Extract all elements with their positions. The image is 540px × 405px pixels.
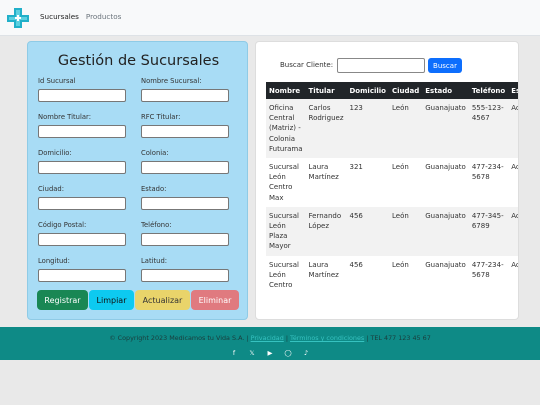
actualizar-button[interactable]: Actualizar — [135, 290, 190, 310]
table-header-row: Nombre Titular Domicilio Ciudad Estado T… — [266, 82, 518, 99]
telefono-input[interactable] — [141, 233, 229, 246]
cell-estatus: Activo — [511, 260, 518, 269]
form-title: Gestión de Sucursales — [57, 53, 220, 69]
social-links: f 𝕏 ▶ ◯ ♪ — [0, 349, 540, 357]
rfc-titular-input[interactable] — [141, 125, 229, 138]
col-header-telefono: Teléfono — [468, 82, 509, 99]
registrar-button[interactable]: Registrar — [37, 290, 88, 310]
id-sucursal-input[interactable] — [38, 89, 126, 102]
id-sucursal-label: Id Sucursal — [38, 77, 76, 85]
codigo-postal-label: Código Postal: — [38, 221, 87, 229]
cell-ciudad: León — [391, 211, 409, 220]
instagram-icon[interactable]: ◯ — [284, 349, 293, 357]
cell-telefono: 555-123-4567 — [471, 104, 504, 123]
privacy-link[interactable]: Privacidad — [251, 334, 284, 342]
cell-telefono: 477-345-6789 — [471, 211, 504, 231]
nombre-sucursal-label: Nombre Sucursal: — [141, 77, 202, 85]
branch-form-card: Gestión de Sucursales Id Sucursal Nombre… — [27, 41, 248, 320]
table-row[interactable]: Oficina Central (Matriz) - Colonia Futur… — [266, 99, 518, 159]
cell-telefono: 477-234-5678 — [471, 163, 504, 182]
cell-titular: Fernando López — [308, 211, 342, 231]
cell-domicilio: 123 — [349, 104, 363, 112]
col-header-estatus: Estátus — [508, 82, 518, 99]
terms-link[interactable]: Términos y condiciones — [290, 334, 364, 342]
cell-ciudad: León — [391, 260, 409, 269]
estado-input[interactable] — [141, 197, 229, 210]
col-header-titular: Titular — [305, 82, 347, 99]
cell-ciudad: León — [391, 163, 409, 172]
youtube-icon[interactable]: ▶ — [266, 349, 275, 357]
nombre-sucursal-input[interactable] — [141, 89, 229, 102]
branch-table: Nombre Titular Domicilio Ciudad Estado T… — [266, 82, 518, 295]
pharmacy-cross-logo-icon[interactable] — [6, 7, 30, 29]
colonia-label: Colonia: — [141, 149, 169, 157]
branch-table-card: Buscar Cliente: Buscar Nombre Titular Do… — [255, 41, 519, 320]
longitud-input[interactable] — [38, 269, 126, 282]
domicilio-input[interactable] — [38, 161, 126, 174]
cell-domicilio: 456 — [349, 211, 363, 220]
search-label: Buscar Cliente: — [280, 61, 334, 69]
latitud-input[interactable] — [141, 269, 229, 282]
navbar: Sucursales Productos — [0, 0, 540, 36]
codigo-postal-input[interactable] — [38, 233, 126, 246]
eliminar-button[interactable]: Eliminar — [191, 290, 239, 310]
cell-titular: Carlos Rodriguez — [308, 104, 344, 123]
search-button[interactable]: Buscar — [428, 58, 462, 73]
search-input[interactable] — [337, 58, 425, 73]
rfc-titular-label: RFC Titular: — [141, 113, 181, 121]
table-row[interactable]: Sucursal León Plaza Mayor Fernando López… — [266, 206, 518, 256]
ciudad-label: Ciudad: — [38, 185, 65, 193]
cell-estatus: Activo — [511, 163, 518, 172]
cell-titular: Laura Martínez — [308, 163, 339, 182]
cell-domicilio: 456 — [349, 260, 363, 269]
cell-domicilio: 321 — [349, 163, 363, 172]
cell-estatus: Activo — [511, 104, 518, 112]
table-row[interactable]: Sucursal León Centro Laura Martínez 456 … — [266, 255, 518, 295]
cell-estatus: Activo — [511, 211, 518, 220]
cell-telefono: 477-234-5678 — [471, 260, 504, 279]
facebook-icon[interactable]: f — [230, 349, 239, 357]
cell-estado: Guanajuato — [425, 163, 466, 172]
tiktok-icon[interactable]: ♪ — [302, 349, 311, 357]
col-header-estado: Estado — [422, 82, 469, 99]
colonia-input[interactable] — [141, 161, 229, 174]
col-header-ciudad: Ciudad — [388, 82, 423, 99]
cell-estado: Guanajuato — [425, 260, 466, 269]
nav-links: Sucursales Productos — [40, 12, 121, 21]
cell-nombre: Oficina Central (Matriz) - Colonia Futur… — [269, 104, 303, 153]
longitud-label: Longitud: — [38, 257, 70, 265]
cell-nombre: Sucursal León Centro — [269, 260, 299, 290]
footer: © Copyright 2023 Medicamos tu Vida S.A. … — [0, 327, 540, 360]
footer-separator: | — [285, 334, 288, 342]
cell-ciudad: León — [391, 104, 409, 112]
col-header-nombre: Nombre — [266, 82, 306, 99]
twitter-icon[interactable]: 𝕏 — [248, 349, 257, 357]
nombre-titular-input[interactable] — [38, 125, 126, 138]
cell-titular: Laura Martínez — [308, 260, 339, 279]
nav-link-sucursales[interactable]: Sucursales — [40, 12, 79, 21]
latitud-label: Latitud: — [141, 257, 168, 265]
table-row[interactable]: Sucursal León Centro Max Laura Martínez … — [266, 158, 518, 207]
ciudad-input[interactable] — [38, 197, 126, 210]
cell-nombre: Sucursal León Plaza Mayor — [269, 211, 299, 251]
footer-text: © Copyright 2023 Medicamos tu Vida S.A. … — [0, 334, 540, 342]
cell-estado: Guanajuato — [425, 211, 466, 220]
nav-link-productos[interactable]: Productos — [86, 12, 121, 21]
col-header-domicilio: Domicilio — [346, 82, 389, 99]
telefono-label: Teléfono: — [141, 221, 172, 229]
copyright-text: © Copyright 2023 Medicamos tu Vida S.A. … — [109, 334, 249, 342]
footer-phone: | TEL 477 123 45 67 — [366, 334, 431, 342]
domicilio-label: Domicilio: — [38, 149, 72, 157]
estado-label: Estado: — [141, 185, 167, 193]
cell-nombre: Sucursal León Centro Max — [269, 163, 299, 202]
cell-estado: Guanajuato — [425, 104, 466, 112]
limpiar-button[interactable]: Limpiar — [89, 290, 134, 310]
nombre-titular-label: Nombre Titular: — [38, 113, 91, 121]
